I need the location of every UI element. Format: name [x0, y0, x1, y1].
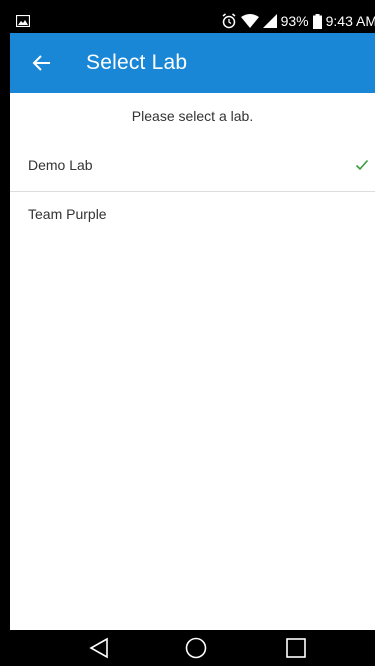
navigation-bar	[0, 630, 375, 666]
arrow-left-icon	[32, 55, 50, 71]
lab-item-demo-lab[interactable]: Demo Lab	[10, 143, 375, 191]
app-bar: Select Lab	[10, 33, 375, 93]
nav-home-button[interactable]	[184, 636, 210, 660]
circle-home-icon	[185, 637, 207, 659]
lab-item-team-purple[interactable]: Team Purple	[10, 192, 375, 240]
lab-item-label: Demo Lab	[28, 157, 93, 173]
status-bar: 93% 9:43 AM	[10, 9, 375, 33]
status-indicators: 93% 9:43 AM	[221, 9, 375, 33]
battery-icon	[312, 13, 322, 29]
lab-item-label: Team Purple	[28, 206, 107, 222]
alarm-icon	[221, 13, 237, 29]
select-lab-prompt: Please select a lab.	[131, 108, 254, 124]
content: Please select a lab. Demo Lab Team Purpl…	[10, 93, 375, 630]
triangle-back-icon	[89, 637, 108, 659]
page-title: Select Lab	[86, 51, 188, 74]
screen: 93% 9:43 AM Select Lab Please select a l…	[0, 0, 375, 666]
gallery-notification-icon	[15, 14, 31, 30]
lab-list: Demo Lab Team Purple	[10, 143, 375, 240]
signal-icon	[262, 14, 277, 28]
clock: 9:43 AM	[325, 13, 375, 29]
back-button[interactable]	[30, 51, 54, 75]
wifi-icon	[240, 14, 259, 28]
nav-recents-button[interactable]	[284, 636, 310, 660]
nav-back-button[interactable]	[87, 636, 113, 660]
checkmark-icon	[355, 158, 369, 172]
square-recents-icon	[286, 638, 306, 658]
left-bezel	[0, 0, 10, 666]
battery-percent: 93%	[280, 13, 309, 29]
top-bezel	[0, 0, 375, 9]
